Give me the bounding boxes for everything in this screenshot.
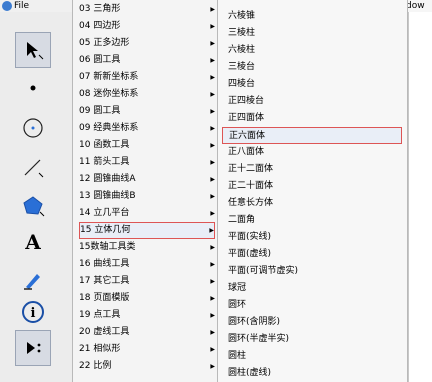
submenu-arrow-icon: ▶ — [210, 346, 215, 353]
submenu-arrow-icon: ▶ — [210, 329, 215, 336]
menu-item-09b[interactable]: 09 经典坐标系 ▶ — [79, 120, 215, 137]
menu-item-plane-adjustable[interactable]: 平面(可调节虚实) — [222, 263, 402, 280]
submenu-arrow-icon: ▶ — [210, 40, 215, 47]
submenu-arrow-icon: ▶ — [210, 142, 215, 149]
custom-tool-icon — [27, 342, 41, 354]
submenu-arrow-icon: ▶ — [210, 91, 215, 98]
menu-item-cylinder[interactable]: 圆柱 — [222, 348, 402, 365]
menu-item-14[interactable]: 14 立几平台 ▶ — [79, 205, 215, 222]
menu-item-18[interactable]: 18 页面模版 ▶ — [79, 290, 215, 307]
arrow-select-tool[interactable] — [15, 32, 51, 68]
submenu-arrow-icon: ▶ — [210, 6, 215, 13]
submenu-arrow-icon: ▶ — [210, 261, 215, 268]
menu-item-torus[interactable]: 圆环 — [222, 297, 402, 314]
file-menu[interactable]: File — [2, 0, 29, 12]
window-menu[interactable]: dow — [404, 0, 432, 12]
text-tool-icon: A — [25, 230, 41, 254]
menu-item-17[interactable]: 17 其它工具 ▶ — [79, 273, 215, 290]
arrow-select-tool-icon — [27, 42, 44, 60]
submenu-arrow-icon: ▶ — [210, 363, 215, 370]
submenu-arrow-icon: ▶ — [210, 57, 215, 64]
menu-item-07[interactable]: 07 新新坐标系 ▶ — [79, 69, 215, 86]
menu-item-22[interactable]: 22 比例 ▶ — [79, 358, 215, 375]
polygon-tool-icon — [23, 196, 45, 217]
marker-tool[interactable] — [15, 262, 51, 298]
menu-item-06[interactable]: 06 圆工具 ▶ — [79, 52, 215, 69]
submenu-arrow-icon: ▶ — [210, 23, 215, 30]
menu-item-regular-octahedron[interactable]: 正八面体 — [222, 144, 402, 161]
menu-item-plane-solid[interactable]: 平面(实线) — [222, 229, 402, 246]
tool-category-menu: 03 三角形 ▶ 04 四边形 ▶ 05 正多边形 ▶ 06 圆工具 ▶ 07 新新坐标… — [72, 0, 218, 382]
svg-text:i: i — [31, 306, 36, 321]
menu-item-triangular-prism[interactable]: 三棱柱 — [222, 25, 402, 42]
menu-item-regular-icosahedron[interactable]: 正二十面体 — [222, 178, 402, 195]
menu-item-04[interactable]: 04 四边形 ▶ — [79, 18, 215, 35]
text-tool[interactable]: A — [15, 224, 51, 260]
menu-item-torus-shaded[interactable]: 圆环(含阴影) — [222, 314, 402, 331]
menu-item-dihedral-angle[interactable]: 二面角 — [222, 212, 402, 229]
menu-item-cylinder-dashed[interactable]: 圆柱(虚线) — [222, 365, 402, 382]
submenu-arrow-icon: ▶ — [210, 295, 215, 302]
menu-item-21[interactable]: 21 相似形 ▶ — [79, 341, 215, 358]
info-tool-icon: i — [22, 301, 44, 323]
solid-geometry-submenu: 六棱锥 三棱柱 六棱柱 三棱台 四棱台 正四棱台 正四面体 正六面体 正八面体 … — [218, 0, 408, 382]
file-menu-label: File — [14, 1, 30, 11]
line-tool-icon — [24, 159, 44, 178]
menu-item-13[interactable]: 13 圆锥曲线B ▶ — [79, 188, 215, 205]
point-tool[interactable] — [15, 70, 51, 106]
compass-tool[interactable] — [15, 110, 51, 146]
submenu-arrow-icon: ▶ — [210, 108, 215, 115]
left-toolbar: A i — [0, 12, 73, 382]
submenu-arrow-icon: ▶ — [210, 193, 215, 200]
menu-item-03[interactable]: 03 三角形 ▶ — [79, 1, 215, 18]
drawing-canvas[interactable] — [408, 12, 432, 382]
menu-item-12[interactable]: 12 圆锥曲线A ▶ — [79, 171, 215, 188]
menu-item-regular-dodecahedron[interactable]: 正十二面体 — [222, 161, 402, 178]
menu-item-spherical-cap[interactable]: 球冠 — [222, 280, 402, 297]
menu-item-torus-half-dashed[interactable]: 圆环(半虚半实) — [222, 331, 402, 348]
menu-item-regular-hexahedron[interactable]: 正六面体 — [222, 127, 402, 144]
submenu-arrow-icon: ▶ — [210, 312, 215, 319]
menu-item-hexagonal-prism[interactable]: 六棱柱 — [222, 42, 402, 59]
menu-item-05[interactable]: 05 正多边形 ▶ — [79, 35, 215, 52]
compass-tool-icon — [23, 118, 43, 138]
menu-item-19[interactable]: 19 点工具 ▶ — [79, 307, 215, 324]
menu-item-11[interactable]: 11 箭头工具 ▶ — [79, 154, 215, 171]
custom-tool[interactable] — [15, 330, 51, 366]
submenu-arrow-icon: ▶ — [210, 125, 215, 132]
submenu-arrow-icon: ▶ — [210, 244, 215, 251]
menu-item-hexagonal-pyramid[interactable]: 六棱锥 — [222, 8, 402, 25]
submenu-arrow-icon: ▶ — [210, 210, 215, 217]
line-tool[interactable] — [15, 150, 51, 186]
menu-item-triangular-frustum[interactable]: 三棱台 — [222, 59, 402, 76]
marker-tool-icon — [24, 274, 40, 290]
submenu-arrow-icon: ▶ — [210, 278, 215, 285]
menu-item-quadrangular-frustum[interactable]: 四棱台 — [222, 76, 402, 93]
menu-item-10[interactable]: 10 函数工具 ▶ — [79, 137, 215, 154]
info-tool[interactable]: i — [15, 294, 51, 330]
menu-item-plane-dashed[interactable]: 平面(虚线) — [222, 246, 402, 263]
app-icon — [2, 1, 12, 11]
submenu-arrow-icon: ▶ — [210, 159, 215, 166]
menu-item-15-axis[interactable]: 15数轴工具类 ▶ — [79, 239, 215, 256]
menu-item-regular-tetrahedron[interactable]: 正四面体 — [222, 110, 402, 127]
submenu-arrow-icon: ▶ — [210, 176, 215, 183]
submenu-arrow-icon: ▶ — [210, 74, 215, 81]
menu-item-20[interactable]: 20 虚线工具 ▶ — [79, 324, 215, 341]
menu-item-09a[interactable]: 09 圆工具 ▶ — [79, 103, 215, 120]
submenu-arrow-icon: ▶ — [209, 227, 214, 234]
menu-item-08[interactable]: 08 迷你坐标系 ▶ — [79, 86, 215, 103]
menu-item-16[interactable]: 16 曲线工具 ▶ — [79, 256, 215, 273]
menu-item-regular-quadrangular-frustum[interactable]: 正四棱台 — [222, 93, 402, 110]
polygon-tool[interactable] — [15, 188, 51, 224]
menu-item-cuboid[interactable]: 任意长方体 — [222, 195, 402, 212]
point-tool-icon — [30, 85, 36, 91]
menu-item-15-solid-geometry[interactable]: 15 立体几何 ▶ — [79, 222, 215, 239]
